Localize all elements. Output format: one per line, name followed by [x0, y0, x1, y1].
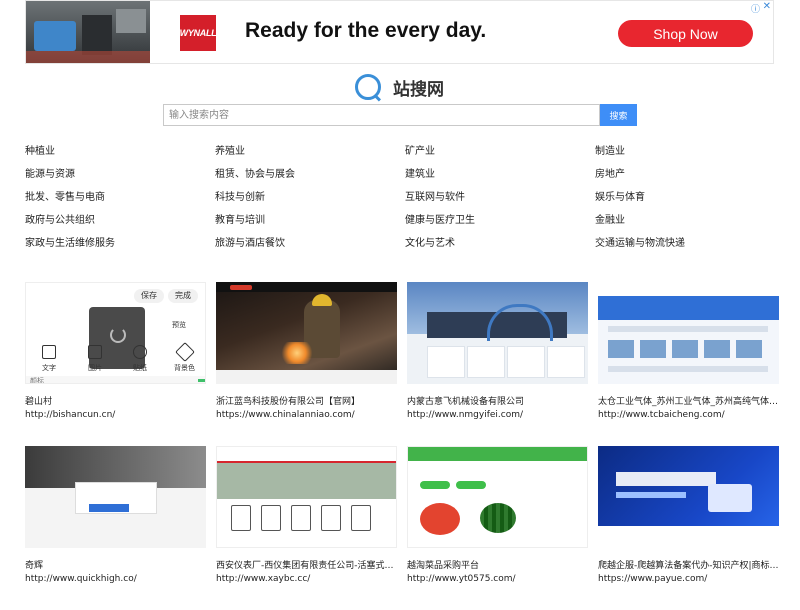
category-link[interactable]: 政府与公共组织 — [25, 215, 215, 238]
site-url-link[interactable]: https://www.chinalanniao.com/ — [216, 410, 397, 420]
thumb-label: 文字 — [42, 364, 56, 372]
site-name-link[interactable]: 内蒙古意飞机械设备有限公司 — [407, 394, 588, 407]
category-link[interactable]: 文化与艺术 — [405, 238, 595, 261]
site-thumbnail[interactable] — [598, 446, 779, 548]
thumb-label: 背景色 — [174, 364, 195, 372]
site-name-link[interactable]: 西安仪表厂-西仪集团有限责任公司-活塞式压力计 — [216, 558, 397, 571]
search-input[interactable] — [163, 104, 600, 126]
site-url-link[interactable]: http://bishancun.cn/ — [25, 410, 206, 420]
site-name-link[interactable]: 奇辉 — [25, 558, 206, 571]
site-thumbnail[interactable] — [598, 282, 779, 384]
search-button[interactable]: 搜索 — [600, 104, 637, 126]
site-name-link[interactable]: 太仓工业气体_苏州工业气体_苏州高纯气体-太仓市百程气体有限公司 — [598, 394, 779, 407]
site-url-link[interactable]: http://www.nmgyifei.com/ — [407, 410, 588, 420]
done-chip: 完成 — [168, 289, 198, 303]
thumb-label: 图片 — [88, 364, 102, 372]
site-card[interactable]: 爬越企服-爬越算法备案代办-知识产权|商标注册 https://www.payu… — [598, 446, 789, 610]
category-link[interactable]: 教育与培训 — [215, 215, 405, 238]
category-link[interactable]: 金融业 — [595, 215, 785, 238]
category-link[interactable]: 科技与创新 — [215, 192, 405, 215]
background-color-icon — [175, 342, 195, 362]
ad-image[interactable] — [26, 1, 150, 63]
site-card[interactable]: 浙江蓝鸟科技股份有限公司【官网】 https://www.chinalannia… — [216, 282, 407, 446]
site-title: 站搜网 — [393, 79, 444, 100]
category-link[interactable]: 房地产 — [595, 169, 785, 192]
loading-spinner-icon — [110, 327, 126, 343]
site-thumbnail[interactable] — [216, 282, 397, 384]
preview-label: 预览 — [172, 321, 186, 329]
search-ring-icon — [355, 74, 382, 102]
category-link[interactable]: 旅游与酒店餐饮 — [215, 238, 405, 261]
site-url-link[interactable]: http://www.tcbaicheng.com/ — [598, 410, 779, 420]
close-icon[interactable]: ✕ — [763, 1, 771, 12]
category-link[interactable]: 能源与资源 — [25, 169, 215, 192]
ad-banner[interactable]: WYNALL Ready for the every day. Shop Now… — [25, 0, 774, 64]
site-card[interactable]: 保存 完成 预览 文字 图片 贴纸 背景色 颜标 碧山村 http://bish… — [25, 282, 216, 446]
site-logo[interactable]: 站搜网 — [355, 72, 444, 102]
save-chip: 保存 — [134, 289, 164, 303]
category-link[interactable]: 养殖业 — [215, 146, 405, 169]
category-link[interactable]: 交通运输与物流快递 — [595, 238, 785, 261]
site-card[interactable]: 内蒙古意飞机械设备有限公司 http://www.nmgyifei.com/ — [407, 282, 598, 446]
site-name-link[interactable]: 浙江蓝鸟科技股份有限公司【官网】 — [216, 394, 397, 407]
ad-brand-logo: WYNALL — [180, 15, 217, 51]
site-grid: 保存 完成 预览 文字 图片 贴纸 背景色 颜标 碧山村 http://bish… — [25, 282, 785, 610]
site-thumbnail[interactable] — [407, 282, 588, 384]
image-tool-icon — [88, 345, 102, 359]
site-thumbnail[interactable] — [216, 446, 397, 548]
thumb-footer-label: 颜标 — [30, 377, 44, 384]
ad-shop-now-button[interactable]: Shop Now — [618, 20, 753, 47]
category-link[interactable]: 矿产业 — [405, 146, 595, 169]
site-url-link[interactable]: http://www.xaybc.cc/ — [216, 574, 397, 584]
category-link[interactable]: 种植业 — [25, 146, 215, 169]
category-link[interactable]: 制造业 — [595, 146, 785, 169]
thumb-label: 贴纸 — [133, 364, 147, 372]
site-card[interactable]: 太仓工业气体_苏州工业气体_苏州高纯气体-太仓市百程气体有限公司 http://… — [598, 282, 789, 446]
text-tool-icon — [42, 345, 56, 359]
site-thumbnail[interactable]: 保存 完成 预览 文字 图片 贴纸 背景色 颜标 — [25, 282, 206, 384]
site-name-link[interactable]: 碧山村 — [25, 394, 206, 407]
site-name-link[interactable]: 越淘菜品采购平台 — [407, 558, 588, 571]
category-link[interactable]: 建筑业 — [405, 169, 595, 192]
info-icon[interactable]: ⓘ — [751, 2, 760, 15]
category-link[interactable]: 租赁、协会与展会 — [215, 169, 405, 192]
search-bar: 搜索 — [163, 104, 637, 126]
site-thumbnail[interactable] — [407, 446, 588, 548]
ad-headline[interactable]: Ready for the every day. — [245, 19, 486, 43]
site-thumbnail[interactable] — [25, 446, 206, 548]
site-url-link[interactable]: http://www.yt0575.com/ — [407, 574, 588, 584]
category-link[interactable]: 批发、零售与电商 — [25, 192, 215, 215]
site-card[interactable]: 奇辉 http://www.quickhigh.co/ — [25, 446, 216, 610]
category-link[interactable]: 互联网与软件 — [405, 192, 595, 215]
site-card[interactable]: 西安仪表厂-西仪集团有限责任公司-活塞式压力计 http://www.xaybc… — [216, 446, 407, 610]
site-url-link[interactable]: http://www.quickhigh.co/ — [25, 574, 206, 584]
category-list: 种植业 养殖业 矿产业 制造业 能源与资源 租赁、协会与展会 建筑业 房地产 批… — [25, 146, 785, 261]
site-name-link[interactable]: 爬越企服-爬越算法备案代办-知识产权|商标注册 — [598, 558, 779, 571]
sticker-tool-icon — [133, 345, 147, 359]
category-link[interactable]: 家政与生活维修服务 — [25, 238, 215, 261]
category-link[interactable]: 健康与医疗卫生 — [405, 215, 595, 238]
category-link[interactable]: 娱乐与体育 — [595, 192, 785, 215]
site-url-link[interactable]: https://www.payue.com/ — [598, 574, 779, 584]
site-card[interactable]: 越淘菜品采购平台 http://www.yt0575.com/ — [407, 446, 598, 610]
